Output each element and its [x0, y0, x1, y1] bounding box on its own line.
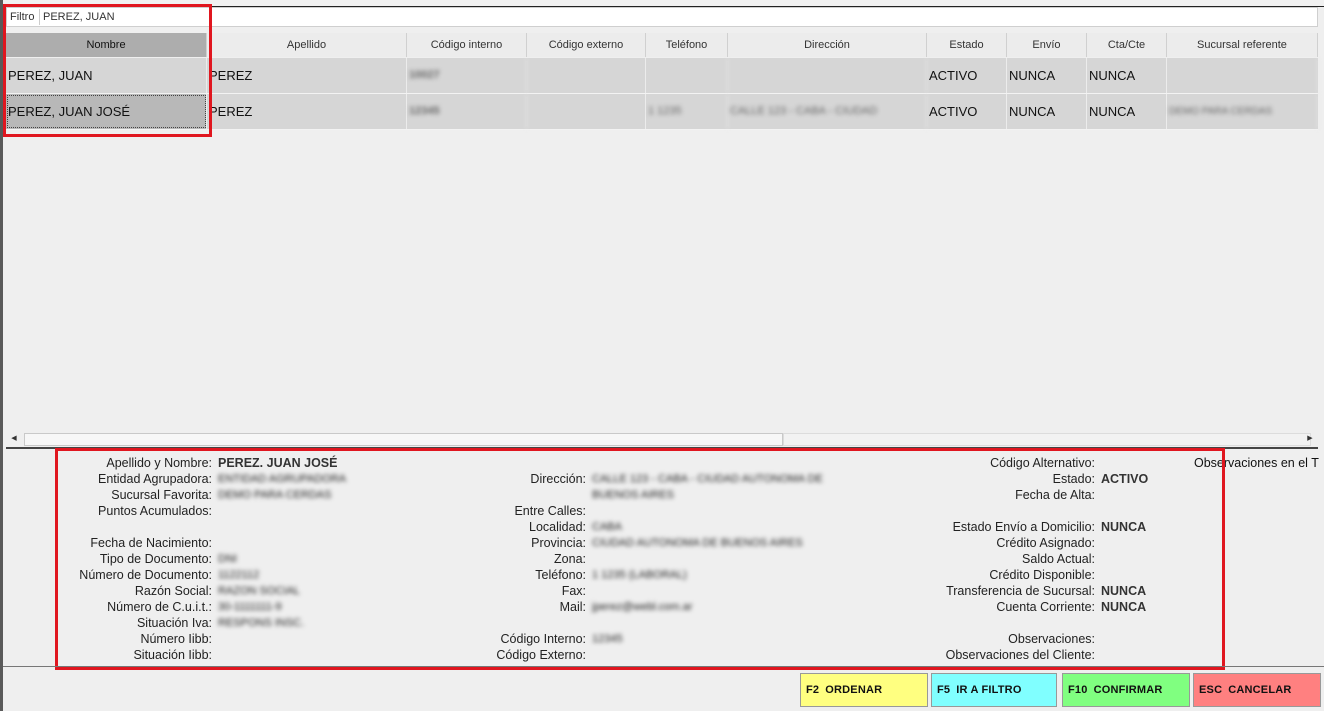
cell-envio[interactable]: NUNCA [1007, 94, 1087, 129]
cell-estado[interactable]: ACTIVO [927, 94, 1007, 129]
button-key: ESC [1199, 684, 1223, 696]
detail-label: Sucursal Favorita: [111, 488, 212, 502]
cell-apellido[interactable]: PEREZ [207, 94, 407, 129]
detail-label: Crédito Asignado: [996, 536, 1095, 550]
detail-label: Observaciones del Cliente: [945, 648, 1095, 662]
cell-apellido[interactable]: PEREZ [207, 58, 407, 93]
table-row[interactable]: PEREZ, JUAN PEREZ 10027 ACTIVO NUNCA NUN… [6, 58, 1318, 94]
button-key: F2 [806, 684, 820, 696]
detail-label: Entre Calles: [514, 504, 586, 518]
detail-label: Fecha de Nacimiento: [90, 536, 212, 550]
detail-label: Razón Social: [134, 584, 212, 598]
cell-estado[interactable]: ACTIVO [927, 58, 1007, 93]
button-label: IR A FILTRO [956, 684, 1022, 696]
cell-nombre[interactable]: PEREZ, JUAN JOSÉ [6, 94, 207, 129]
cell-direccion[interactable] [728, 58, 927, 93]
detail-label: Observaciones: [1008, 632, 1095, 646]
detail-label: Crédito Disponible: [989, 568, 1095, 582]
cell-sucursal-referente[interactable] [1167, 58, 1318, 93]
detail-label: Código Interno: [500, 632, 586, 646]
cell-cta-cte[interactable]: NUNCA [1087, 58, 1167, 93]
detail-label: Número de C.u.i.t.: [107, 600, 212, 614]
detail-label: Teléfono: [535, 568, 586, 582]
button-key: F5 [937, 684, 951, 696]
detail-label: Tipo de Documento: [99, 552, 212, 566]
detail-value: RESPONS INSC. [218, 617, 305, 629]
table-row[interactable]: PEREZ, JUAN JOSÉ PEREZ 12345 1 1235 CALL… [6, 94, 1318, 130]
button-label: CANCELAR [1228, 684, 1292, 696]
cell-envio[interactable]: NUNCA [1007, 58, 1087, 93]
f5-ir-a-filtro-button[interactable]: F5 IR A FILTRO [931, 673, 1057, 707]
filter-label: Filtro [10, 11, 35, 23]
cell-telefono[interactable]: 1 1235 [646, 94, 728, 129]
detail-label: Código Alternativo: [990, 456, 1095, 470]
detail-label: Dirección: [530, 472, 586, 486]
observaciones-ticket-label: Observaciones en el T [1194, 456, 1319, 470]
column-header-codigo-interno[interactable]: Código interno [407, 33, 527, 57]
detail-label: Localidad: [529, 520, 586, 534]
column-header-sucursal-referente[interactable]: Sucursal referente [1167, 33, 1318, 57]
column-header-envio[interactable]: Envío [1007, 33, 1087, 57]
detail-value: NUNCA [1101, 584, 1147, 598]
detail-label: Estado Envío a Domicilio: [952, 520, 1095, 534]
cell-codigo-externo[interactable] [527, 58, 646, 93]
column-header-nombre[interactable]: Nombre [6, 33, 207, 57]
grid-header: Nombre Apellido Código interno Código ex… [6, 33, 1318, 57]
detail-label: Número de Documento: [79, 568, 212, 582]
detail-label: Apellido y Nombre: [106, 456, 212, 470]
detail-label: Saldo Actual: [1022, 552, 1095, 566]
scroll-right-icon[interactable]: ▶ [1304, 433, 1316, 445]
detail-label: Cuenta Corriente: [996, 600, 1095, 614]
detail-value: PEREZ. JUAN JOSÉ [218, 456, 338, 470]
detail-label: Puntos Acumulados: [98, 504, 212, 518]
column-header-cta-cte[interactable]: Cta/Cte [1087, 33, 1167, 57]
filter-input[interactable] [39, 9, 1319, 25]
detail-value: NUNCA [1101, 600, 1147, 614]
scrollbar-track[interactable] [783, 433, 1311, 446]
detail-label: Mail: [559, 600, 586, 614]
detail-label: Provincia: [531, 536, 586, 550]
detail-value: ACTIVO [1101, 472, 1149, 486]
detail-label: Situación Iva: [136, 616, 212, 630]
detail-label: Fax: [561, 584, 586, 598]
detail-label: Transferencia de Sucursal: [946, 584, 1095, 598]
button-label: CONFIRMAR [1093, 684, 1163, 696]
cell-codigo-interno[interactable]: 12345 [407, 94, 527, 129]
cell-sucursal-referente[interactable]: DEMO PARA CERDAS [1167, 94, 1318, 129]
column-header-direccion[interactable]: Dirección [728, 33, 927, 57]
detail-value: DEMO PARA CERDAS [218, 489, 332, 501]
esc-cancelar-button[interactable]: ESC CANCELAR [1193, 673, 1321, 707]
button-label: ORDENAR [825, 684, 883, 696]
detail-label: Zona: [554, 552, 586, 566]
button-key: F10 [1068, 684, 1088, 696]
detail-value: NUNCA [1101, 520, 1147, 534]
detail-label: Estado: [1052, 472, 1095, 486]
column-header-apellido[interactable]: Apellido [207, 33, 407, 57]
cell-nombre[interactable]: PEREZ, JUAN [6, 58, 207, 93]
cell-cta-cte[interactable]: NUNCA [1087, 94, 1167, 129]
column-header-estado[interactable]: Estado [927, 33, 1007, 57]
f10-confirmar-button[interactable]: F10 CONFIRMAR [1062, 673, 1190, 707]
scrollbar-thumb[interactable] [24, 433, 783, 446]
horizontal-scrollbar[interactable]: ◀ ▶ [6, 432, 1318, 446]
cell-codigo-interno[interactable]: 10027 [407, 58, 527, 93]
detail-label: Código Externo: [496, 648, 586, 662]
clients-grid: Nombre Apellido Código interno Código ex… [6, 33, 1318, 130]
cell-telefono[interactable] [646, 58, 728, 93]
cell-codigo-externo[interactable] [527, 94, 646, 129]
detail-label: Situación Iibb: [133, 648, 212, 662]
column-header-telefono[interactable]: Teléfono [646, 33, 728, 57]
client-details-panel: Apellido y Nombre: PEREZ. JUAN JOSÉ Entida… [0, 453, 1324, 663]
divider [6, 447, 1318, 449]
filter-bar: Filtro [6, 7, 1319, 27]
detail-label: Fecha de Alta: [1015, 488, 1095, 502]
cell-direccion[interactable]: CALLE 123 - CABA - CIUDAD [728, 94, 927, 129]
divider [3, 666, 1324, 667]
window-top-bar [3, 0, 1324, 7]
detail-label: Número Iibb: [140, 632, 212, 646]
f2-ordenar-button[interactable]: F2 ORDENAR [800, 673, 928, 707]
detail-label: Entidad Agrupadora: [98, 472, 212, 486]
scroll-left-icon[interactable]: ◀ [8, 433, 20, 445]
column-header-codigo-externo[interactable]: Código externo [527, 33, 646, 57]
